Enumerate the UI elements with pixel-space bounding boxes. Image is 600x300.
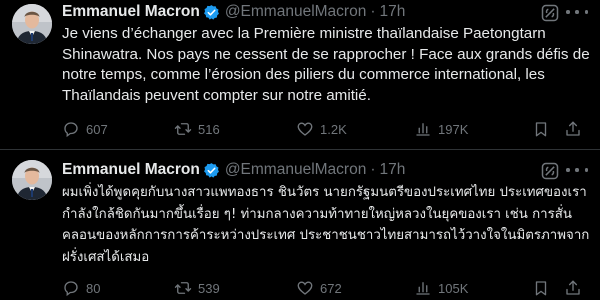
views-button[interactable]: 105K bbox=[414, 278, 468, 298]
tweet-actions: 80 539 672 105K bbox=[62, 278, 590, 298]
tweet-text: ผมเพิ่งได้พูดคุยกับนางสาวแพทองธาร ชินวัต… bbox=[62, 185, 590, 265]
author-handle[interactable]: @EmmanuelMacron bbox=[225, 3, 367, 21]
separator-dot: · bbox=[370, 161, 376, 178]
tweet-header: Emmanuel Macron @EmmanuelMacron · 17h bbox=[62, 159, 405, 181]
views-button[interactable]: 197K bbox=[414, 119, 468, 139]
more-options-icon[interactable] bbox=[566, 163, 588, 177]
like-count: 1.2K bbox=[320, 121, 347, 137]
tweet-actions: 607 516 1.2K 197K bbox=[62, 119, 590, 139]
reply-icon bbox=[64, 281, 78, 297]
bookmark-button[interactable] bbox=[532, 278, 550, 298]
repost-icon bbox=[174, 123, 192, 135]
repost-button[interactable]: 516 bbox=[174, 119, 220, 139]
reply-button[interactable]: 80 bbox=[62, 278, 100, 298]
like-count: 672 bbox=[320, 280, 342, 296]
heart-icon bbox=[297, 122, 313, 136]
verified-badge-icon bbox=[203, 4, 220, 21]
views-chart-icon bbox=[416, 123, 430, 136]
views-chart-icon bbox=[416, 282, 430, 295]
like-button[interactable]: 1.2K bbox=[296, 119, 347, 139]
reply-button[interactable]: 607 bbox=[62, 119, 108, 139]
author-name[interactable]: Emmanuel Macron bbox=[62, 161, 200, 179]
timestamp[interactable]: 17h bbox=[380, 3, 406, 21]
views-count: 197K bbox=[438, 121, 469, 137]
share-icon bbox=[566, 280, 580, 295]
like-button[interactable]: 672 bbox=[296, 278, 342, 298]
repost-count: 516 bbox=[198, 121, 220, 137]
bookmark-icon bbox=[535, 281, 547, 296]
tweet-text: Je viens d’échanger avec la Première min… bbox=[62, 25, 590, 104]
share-icon bbox=[566, 121, 580, 136]
more-options-icon[interactable] bbox=[566, 5, 588, 19]
bookmark-icon bbox=[535, 122, 547, 137]
share-button[interactable] bbox=[564, 278, 582, 298]
timeline-feed: Emmanuel Macron @EmmanuelMacron · 17h Je… bbox=[0, 0, 600, 300]
tweet-header: Emmanuel Macron @EmmanuelMacron · 17h bbox=[62, 1, 405, 23]
author-handle[interactable]: @EmmanuelMacron bbox=[225, 161, 367, 179]
repost-button[interactable]: 539 bbox=[174, 278, 220, 298]
repost-icon bbox=[174, 282, 192, 294]
heart-icon bbox=[297, 281, 313, 295]
grok-icon[interactable] bbox=[540, 3, 560, 23]
timestamp[interactable]: 17h bbox=[380, 161, 406, 179]
share-button[interactable] bbox=[564, 119, 582, 139]
bookmark-button[interactable] bbox=[532, 119, 550, 139]
avatar[interactable] bbox=[12, 4, 52, 44]
verified-badge-icon bbox=[203, 162, 220, 179]
reply-count: 80 bbox=[86, 280, 101, 296]
reply-count: 607 bbox=[86, 121, 108, 137]
avatar[interactable] bbox=[12, 160, 52, 200]
author-name[interactable]: Emmanuel Macron bbox=[62, 3, 200, 21]
grok-icon[interactable] bbox=[540, 161, 560, 181]
reply-icon bbox=[64, 122, 78, 138]
tweet[interactable]: Emmanuel Macron @EmmanuelMacron · 17h Je… bbox=[0, 0, 600, 150]
separator-dot: · bbox=[370, 3, 376, 20]
tweet[interactable]: Emmanuel Macron @EmmanuelMacron · 17h ผม… bbox=[0, 150, 600, 300]
views-count: 105K bbox=[438, 280, 469, 296]
repost-count: 539 bbox=[198, 280, 220, 296]
